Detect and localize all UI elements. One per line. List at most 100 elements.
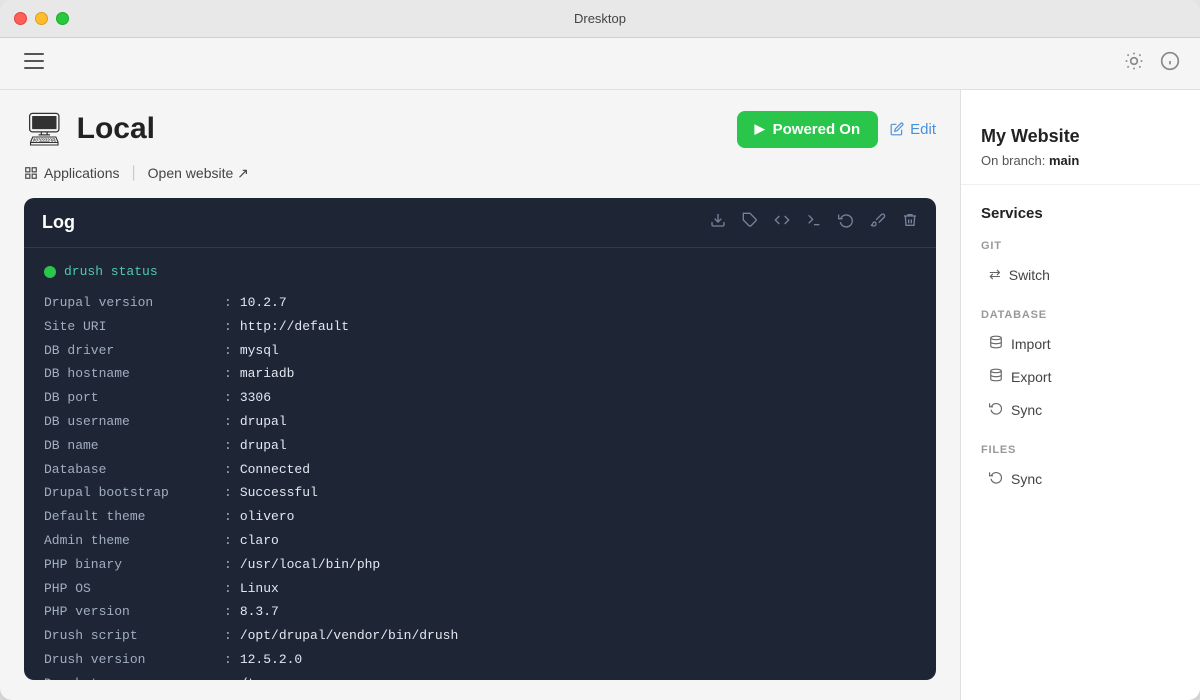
app-body: 🖥 Local ▶ Powered On [0, 38, 1200, 700]
app-window: Dresktop [0, 0, 1200, 700]
log-val: 10.2.7 [240, 293, 287, 314]
download-icon[interactable] [710, 212, 726, 233]
brush-icon[interactable] [870, 212, 886, 233]
log-line: Database: Connected [44, 460, 916, 481]
code-icon[interactable] [774, 212, 790, 233]
log-sep: : [224, 317, 232, 338]
log-line: Site URI: http://default [44, 317, 916, 338]
drush-command: drush status [64, 264, 158, 279]
minimize-button[interactable] [35, 12, 48, 25]
log-key: Database [44, 460, 224, 481]
db-sync-label: Sync [1011, 402, 1042, 418]
log-line: PHP binary:/usr/local/bin/php [44, 555, 916, 576]
monitor-icon: 🖥 [24, 110, 65, 148]
log-sep: : [224, 460, 232, 481]
maximize-button[interactable] [56, 12, 69, 25]
files-sync-label: Sync [1011, 471, 1042, 487]
log-val: mysql [240, 341, 279, 362]
site-title: Local [77, 112, 155, 146]
import-icon [989, 335, 1003, 352]
log-line: Drupal bootstrap:Successful [44, 483, 916, 504]
log-val: drupal [240, 412, 287, 433]
log-key: DB driver [44, 341, 224, 362]
nav-divider: | [132, 164, 136, 182]
log-key: Site URI [44, 317, 224, 338]
log-key: PHP binary [44, 555, 224, 576]
branch-name: main [1049, 153, 1079, 168]
category-files: FILES [961, 438, 1200, 462]
log-key: Drush version [44, 650, 224, 671]
log-line: DB driver:mysql [44, 341, 916, 362]
db-sync-item[interactable]: Sync [961, 393, 1200, 426]
log-title: Log [42, 212, 75, 233]
import-item[interactable]: Import [961, 327, 1200, 360]
log-val: /opt/drupal/vendor/bin/drush [240, 626, 458, 647]
sidebar: My Website On branch: main Services GIT … [960, 90, 1200, 700]
log-toolbar: Log [24, 198, 936, 248]
traffic-lights [14, 12, 69, 25]
log-key: DB username [44, 412, 224, 433]
powered-on-button[interactable]: ▶ Powered On [737, 111, 879, 148]
switch-item[interactable]: ⇄ Switch [961, 258, 1200, 291]
edit-button[interactable]: Edit [890, 121, 936, 138]
log-actions [710, 212, 918, 233]
open-website-link[interactable]: Open website ↗ [148, 165, 249, 182]
top-bar-right [1124, 51, 1180, 76]
log-sep: : [224, 579, 232, 600]
titlebar: Dresktop [0, 0, 1200, 38]
log-sep: : [224, 555, 232, 576]
site-title-area: 🖥 Local [24, 110, 155, 148]
tag-icon[interactable] [742, 212, 758, 233]
log-val: 12.5.2.0 [240, 650, 302, 671]
log-sep: : [224, 293, 232, 314]
switch-icon: ⇄ [989, 266, 1001, 283]
log-key: Drupal version [44, 293, 224, 314]
log-key: Drupal bootstrap [44, 483, 224, 504]
log-line: Drupal version:10.2.7 [44, 293, 916, 314]
db-sync-icon [989, 401, 1003, 418]
log-val: Connected [240, 460, 310, 481]
sub-nav: Applications | Open website ↗ [24, 164, 936, 182]
log-line: Admin theme:claro [44, 531, 916, 552]
log-key: Drush temp [44, 674, 224, 680]
files-sync-item[interactable]: Sync [961, 462, 1200, 495]
main-content: 🖥 Local ▶ Powered On [0, 90, 960, 700]
log-key: DB name [44, 436, 224, 457]
export-item[interactable]: Export [961, 360, 1200, 393]
log-line: PHP OS:Linux [44, 579, 916, 600]
category-database: DATABASE [961, 303, 1200, 327]
trash-icon[interactable] [902, 212, 918, 233]
services-title: Services [961, 205, 1200, 222]
applications-link[interactable]: Applications [24, 165, 120, 181]
log-sep: : [224, 531, 232, 552]
history-icon[interactable] [838, 212, 854, 233]
log-line: DB hostname:mariadb [44, 364, 916, 385]
log-sep: : [224, 364, 232, 385]
services-section: Services GIT ⇄ Switch DATABASE [961, 205, 1200, 495]
branch-info: On branch: main [981, 153, 1180, 168]
close-button[interactable] [14, 12, 27, 25]
powered-on-label: Powered On [773, 121, 861, 138]
log-val: drupal [240, 436, 287, 457]
log-val: /tmp [240, 674, 271, 680]
log-key: Admin theme [44, 531, 224, 552]
info-button[interactable] [1160, 51, 1180, 76]
log-val: 8.3.7 [240, 602, 279, 623]
log-val: 3306 [240, 388, 271, 409]
log-key: Default theme [44, 507, 224, 528]
website-name: My Website [981, 126, 1180, 147]
log-line: PHP version:8.3.7 [44, 602, 916, 623]
category-git: GIT [961, 234, 1200, 258]
log-val: http://default [240, 317, 349, 338]
menu-icon[interactable] [20, 49, 48, 78]
theme-toggle-button[interactable] [1124, 51, 1144, 76]
log-body[interactable]: drush status Drupal version:10.2.7Site U… [24, 248, 936, 680]
log-sep: : [224, 626, 232, 647]
import-label: Import [1011, 336, 1051, 352]
log-val: Successful [240, 483, 318, 504]
branch-label: On branch: [981, 153, 1049, 168]
log-key: Drush script [44, 626, 224, 647]
log-line: Drush version:12.5.2.0 [44, 650, 916, 671]
terminal-icon[interactable] [806, 212, 822, 233]
edit-label: Edit [910, 121, 936, 138]
